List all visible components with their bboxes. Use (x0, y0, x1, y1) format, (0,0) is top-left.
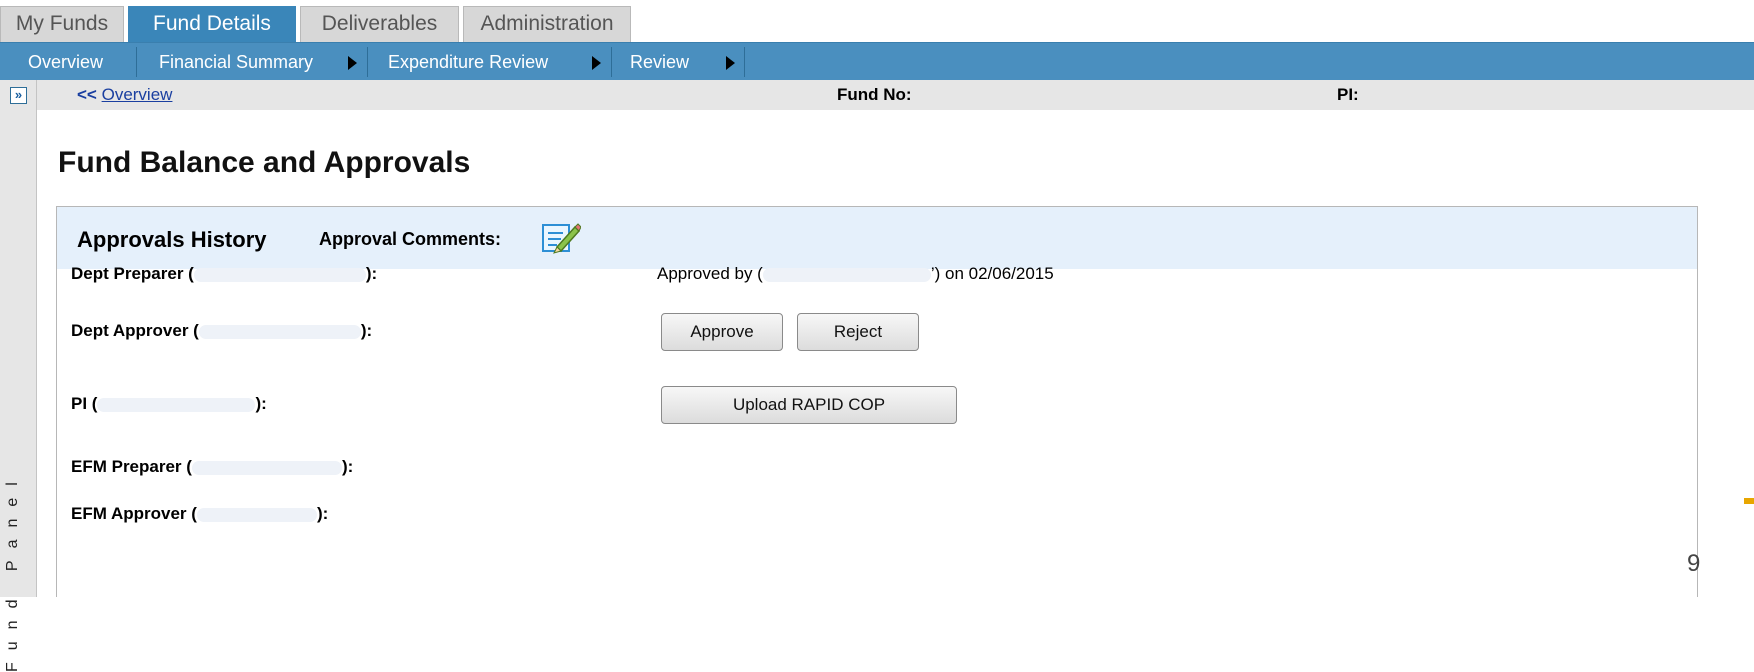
redacted-name (97, 397, 256, 412)
breadcrumb: << Overview (77, 80, 172, 110)
redacted-name (198, 324, 361, 339)
edit-pencil-icon[interactable] (541, 221, 581, 255)
nav-expand-arrow-icon[interactable] (592, 56, 601, 70)
overview-link[interactable]: Overview (102, 85, 173, 104)
tab-bar: My Funds Fund Details Deliverables Admin… (0, 0, 1754, 42)
upload-rapid-cop-button[interactable]: Upload RAPID COP (661, 386, 957, 424)
approve-button[interactable]: Approve (661, 313, 783, 351)
efm-preparer-prefix: EFM Preparer ( (71, 457, 192, 476)
dept-preparer-suffix: ): (365, 264, 378, 283)
status-suffix: ’) on 02/06/2015 (930, 264, 1054, 283)
nav-divider (611, 47, 612, 77)
sub-nav-bar: Overview Financial Summary Expenditure R… (0, 42, 1754, 81)
nav-expand-arrow-icon[interactable] (726, 56, 735, 70)
tab-my-funds[interactable]: My Funds (0, 6, 124, 42)
pi-suffix: ): (255, 394, 267, 413)
back-prefix: << (77, 85, 97, 104)
page-title: Fund Balance and Approvals (58, 146, 471, 179)
info-bar: << Overview Fund No: PI: (37, 80, 1754, 110)
dept-preparer-prefix: Dept Preparer ( (71, 264, 194, 283)
redacted-name (191, 460, 342, 475)
nav-expenditure-review[interactable]: Expenditure Review (388, 43, 548, 81)
approval-comments-label: Approval Comments: (319, 229, 502, 249)
dept-approver-prefix: Dept Approver ( (71, 321, 199, 340)
tab-deliverables[interactable]: Deliverables (300, 6, 459, 42)
efm-approver-label: EFM Approver (): (71, 504, 328, 524)
redacted-name (193, 267, 366, 282)
double-chevron-right-icon[interactable]: » (10, 87, 27, 104)
tab-administration[interactable]: Administration (463, 6, 631, 42)
fund-panel-sidebar: » Fund Panel (0, 80, 37, 672)
reject-button[interactable]: Reject (797, 313, 919, 351)
nav-divider (136, 47, 137, 77)
tab-fund-details[interactable]: Fund Details (128, 6, 296, 42)
accent-mark (1744, 498, 1754, 504)
status-prefix: Approved by ( (657, 264, 763, 283)
slide-number: 9 (1687, 550, 1701, 577)
dept-approver-label: Dept Approver (): (71, 321, 372, 341)
approvals-header: Approvals History Approval Comments: (57, 207, 1697, 269)
nav-divider (367, 47, 368, 77)
efm-approver-suffix: ): (316, 504, 329, 523)
pi-label: PI: (1337, 85, 1359, 104)
dept-preparer-label: Dept Preparer (): (71, 264, 377, 284)
fund-no-label: Fund No: (837, 85, 912, 104)
dept-preparer-status: Approved by ( ’) on 02/06/2015 (657, 264, 1054, 284)
pi-prefix: PI ( (71, 394, 98, 413)
redacted-name (762, 267, 931, 282)
nav-overview[interactable]: Overview (28, 43, 103, 81)
fund-panel-label[interactable]: Fund Panel (4, 412, 32, 672)
dept-approver-suffix: ): (360, 321, 373, 340)
nav-expand-arrow-icon[interactable] (348, 56, 357, 70)
pi-row-label: PI (): (71, 394, 267, 414)
nav-financial-summary[interactable]: Financial Summary (159, 43, 313, 81)
nav-divider (744, 47, 745, 77)
approvals-history-title: Approvals History (77, 227, 267, 252)
efm-approver-prefix: EFM Approver ( (71, 504, 197, 523)
approvals-panel: Approvals History Approval Comments: Dep… (56, 206, 1698, 597)
nav-review[interactable]: Review (630, 43, 689, 81)
efm-preparer-suffix: ): (341, 457, 354, 476)
efm-preparer-label: EFM Preparer (): (71, 457, 353, 477)
redacted-name (196, 507, 317, 522)
